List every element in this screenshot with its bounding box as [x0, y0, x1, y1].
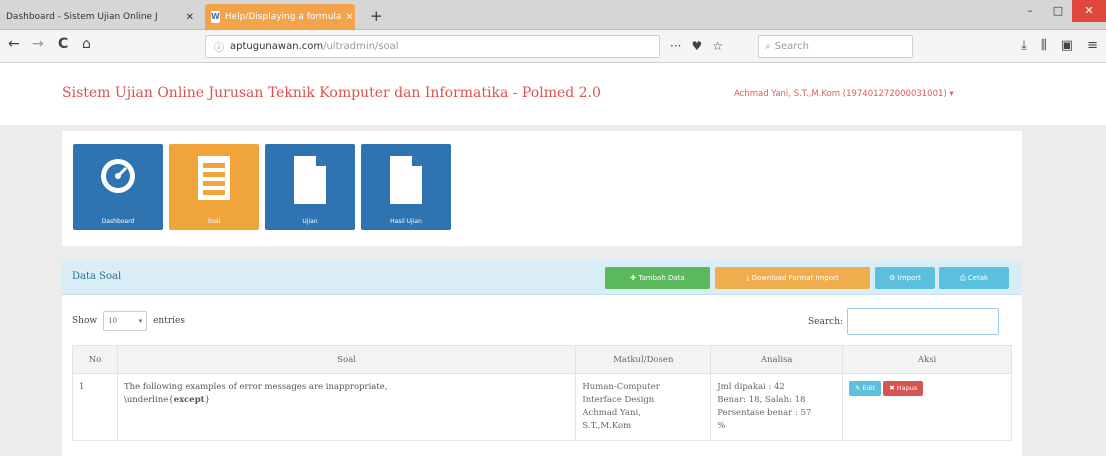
header-soal[interactable]: Soal	[116, 345, 577, 374]
matkul-line: Interface Design	[582, 395, 655, 405]
cell-soal: The following examples of error messages…	[116, 373, 577, 441]
site-title[interactable]: Sistem Ujian Online Jurusan Teknik Kompu…	[62, 85, 601, 101]
page-content: Sistem Ujian Online Jurusan Teknik Kompu…	[0, 63, 1106, 456]
url-bar[interactable]: ⓘ aptugunawan.com /ultradmin/soal	[205, 35, 660, 58]
search-icon: ⌕	[765, 41, 771, 52]
tile-hasil-ujian[interactable]: Hasil Ujian	[361, 144, 451, 230]
bookmark-star-icon[interactable]: ☆	[712, 39, 723, 53]
download-format-button[interactable]: ⤓ Download Format Import	[715, 267, 870, 289]
soal-underline-prefix: \underline{	[123, 395, 174, 405]
menu-icon[interactable]: ≡	[1087, 38, 1098, 53]
dashboard-icon	[101, 159, 135, 193]
data-soal-panel: Data Soal ✚ Tambah Data ⤓ Download Forma…	[62, 259, 1022, 456]
show-label: Show	[72, 316, 98, 326]
entries-value: 10	[108, 317, 118, 325]
soal-table: No Soal Matkul/Dosen Analisa Aksi 1 The …	[72, 345, 1012, 441]
tile-label: Dashboard	[101, 218, 135, 225]
header-no[interactable]: No	[72, 345, 118, 374]
chevron-down-icon: ▾	[138, 317, 143, 325]
analisa-line: Benar: 18, Salah: 18	[717, 395, 806, 405]
analisa-line: Persentase benar : 57	[717, 408, 812, 418]
maximize-button[interactable]: □	[1044, 0, 1072, 22]
tile-label: Ujian	[302, 218, 318, 225]
analisa-line: %	[717, 421, 726, 431]
search-placeholder: Search	[774, 41, 809, 52]
cell-aksi: ✎ Edit ✖ Hapus	[842, 373, 1012, 441]
header-analisa[interactable]: Analisa	[710, 345, 844, 374]
reload-icon[interactable]: C	[58, 36, 68, 52]
browser-tab-bar: Dashboard - Sistem Ujian Online J ✕ W He…	[0, 0, 1106, 30]
sidebar-icon[interactable]: ▣	[1061, 38, 1073, 53]
url-domain: aptugunawan.com	[230, 41, 324, 52]
library-icon[interactable]: ⫼	[1041, 38, 1047, 53]
matkul-line: Human-Computer	[582, 382, 660, 392]
search-label: Search:	[808, 316, 844, 327]
soal-bold: except	[173, 395, 205, 405]
entries-label: entries	[153, 316, 185, 326]
dosen-line: Achmad Yani,	[582, 408, 641, 418]
edit-button[interactable]: ✎ Edit	[849, 381, 882, 396]
more-actions-icon[interactable]: ···	[670, 39, 681, 53]
menu-tiles-panel: Dashboard Soal Ujian Hasil Ujian	[62, 131, 1022, 246]
url-path: /ultradmin/soal	[323, 41, 399, 52]
panel-header: Data Soal ✚ Tambah Data ⤓ Download Forma…	[62, 259, 1022, 295]
entries-select[interactable]: 10 ▾	[103, 311, 148, 331]
tab-help-formula[interactable]: W Help/Displaying a formula ✕	[205, 4, 355, 30]
pocket-icon[interactable]: ♥	[691, 39, 702, 53]
info-icon: ⓘ	[214, 43, 224, 54]
toolbar-icons: ⤓ ⫼ ▣ ≡	[1021, 38, 1098, 53]
cell-analisa: Jml dipakai : 42 Benar: 18, Salah: 18 Pe…	[710, 373, 844, 441]
tile-ujian[interactable]: Ujian	[265, 144, 355, 230]
tile-label: Soal	[207, 218, 221, 225]
soal-text: The following examples of error messages…	[123, 382, 388, 392]
table-header-row: No Soal Matkul/Dosen Analisa Aksi	[72, 345, 1012, 374]
home-icon[interactable]: ⌂	[82, 36, 91, 52]
tile-soal[interactable]: Soal	[169, 144, 259, 230]
url-actions: ··· ♥ ☆	[670, 39, 723, 53]
add-data-button[interactable]: ✚ Tambah Data	[605, 267, 710, 289]
window-close-button[interactable]: ✕	[1072, 0, 1106, 22]
window-controls: – □ ✕	[1016, 0, 1106, 22]
minimize-button[interactable]: –	[1016, 0, 1044, 22]
header-matkul-dosen[interactable]: Matkul/Dosen	[575, 345, 712, 374]
tab-close-icon[interactable]: ✕	[341, 12, 353, 23]
site-header: Sistem Ujian Online Jurusan Teknik Kompu…	[0, 63, 1106, 125]
table-row: 1 The following examples of error messag…	[72, 373, 1012, 441]
analisa-line: Jml dipakai : 42	[717, 382, 785, 392]
table-search: Search:	[808, 308, 1000, 335]
tab-label: Help/Displaying a formula	[224, 12, 342, 22]
header-aksi[interactable]: Aksi	[842, 345, 1012, 374]
cell-matkul-dosen: Human-Computer Interface Design Achmad Y…	[575, 373, 712, 441]
dosen-line: S.T.,M.Kom	[582, 421, 632, 431]
document-icon	[294, 156, 326, 204]
cell-no: 1	[72, 373, 118, 441]
tab-close-icon[interactable]: ✕	[182, 12, 194, 23]
browser-nav-bar: ← → C ⌂ ⓘ aptugunawan.com /ultradmin/soa…	[0, 30, 1106, 63]
print-button[interactable]: ⎙ Cetak	[939, 267, 1009, 289]
download-icon[interactable]: ⤓	[1021, 38, 1027, 53]
tile-label: Hasil Ujian	[390, 218, 422, 225]
document-icon	[390, 156, 422, 204]
wiki-favicon-icon: W	[211, 11, 220, 23]
forward-icon[interactable]: →	[32, 36, 44, 52]
tab-label: Dashboard - Sistem Ujian Online J	[6, 12, 158, 22]
panel-title: Data Soal	[72, 271, 122, 282]
tab-dashboard[interactable]: Dashboard - Sistem Ujian Online J ✕	[0, 4, 200, 30]
new-tab-button[interactable]: +	[370, 7, 383, 25]
soal-underline-suffix: }	[204, 395, 211, 405]
back-icon[interactable]: ←	[8, 36, 20, 52]
import-button[interactable]: ⚙ Import	[875, 267, 935, 289]
entries-control: Show 10 ▾ entries	[72, 311, 185, 331]
list-icon	[198, 156, 230, 200]
delete-button[interactable]: ✖ Hapus	[883, 381, 924, 396]
browser-search-input[interactable]: ⌕ Search	[758, 35, 913, 58]
tile-dashboard[interactable]: Dashboard	[73, 144, 163, 230]
user-menu[interactable]: Achmad Yani, S.T.,M.Kom (197401272000031…	[734, 89, 954, 99]
table-search-input[interactable]	[847, 308, 1000, 335]
